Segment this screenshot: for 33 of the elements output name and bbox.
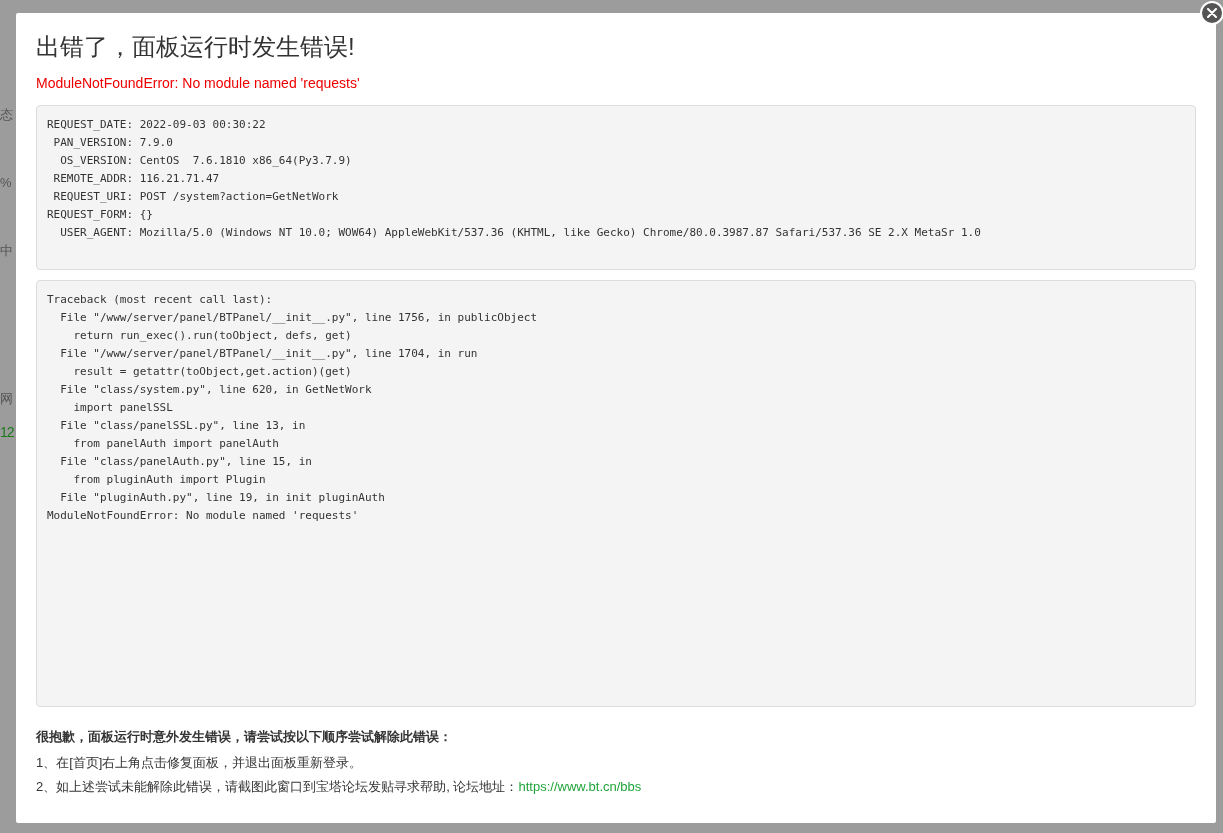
error-message: ModuleNotFoundError: No module named 'requests' bbox=[36, 74, 361, 93]
code-line: import panelSSL bbox=[72, 400, 174, 416]
panel-label: 网 bbox=[0, 392, 14, 405]
dialog-title: 出错了，面板运行时发生错误! bbox=[36, 32, 356, 62]
code-line: return run_exec().run(toObject, defs, get) bbox=[72, 328, 353, 344]
close-icon bbox=[1207, 8, 1217, 18]
code-line: PAN_VERSION: 7.9.0 bbox=[52, 135, 174, 151]
code-line: REQUEST_DATE: 2022-09-03 00:30:22 bbox=[47, 117, 267, 133]
code-line: Traceback (most recent call last): bbox=[47, 292, 274, 308]
code-line: File "pluginAuth.py", line 19, in init pluginAuth bbox=[59, 490, 386, 506]
panel-label: 态 bbox=[0, 108, 14, 121]
code-line: File "class/panelAuth.py", line 15, in bbox=[59, 454, 313, 470]
panel-label: 中 bbox=[0, 244, 14, 257]
code-line: REMOTE_ADDR: 116.21.71.47 bbox=[52, 171, 221, 187]
help-heading: 很抱歉，面板运行时意外发生错误，请尝试按以下顺序尝试解除此错误： bbox=[36, 728, 453, 746]
forum-link[interactable]: https://www.bt.cn/bbs bbox=[518, 779, 642, 794]
close-button[interactable] bbox=[1200, 1, 1223, 25]
code-line: File "/www/server/panel/BTPanel/__init__.py", line 1756, in publicObject bbox=[59, 310, 539, 326]
panel-label: % bbox=[0, 176, 13, 189]
code-line: USER_AGENT: Mozilla/5.0 (Windows NT 10.0; WOW64) AppleWebKit/537.36 (KHTML, like Gecko) Chrome/80.0.3987.87 Safari/537.36 SE 2.X MetaSr 1.0 bbox=[59, 225, 982, 241]
help-step: 2、如上述尝试未能解除此错误，请截图此窗口到宝塔论坛发贴寻求帮助, 论坛地址：https://www.bt.cn/bbs bbox=[36, 775, 1196, 799]
code-line: REQUEST_FORM: {} bbox=[47, 207, 154, 223]
code-line: result = getattr(toObject,get.action)(get) bbox=[72, 364, 353, 380]
code-line: File "class/system.py", line 620, in GetNetWork bbox=[59, 382, 373, 398]
code-line: OS_VERSION: CentOS 7.6.1810 x86_64(Py3.7.9) bbox=[59, 153, 353, 169]
help-step: 1、在[首页]右上角点击修复面板，并退出面板重新登录。 bbox=[36, 751, 1196, 775]
stat-value: 12 bbox=[0, 425, 15, 439]
code-line: File "class/panelSSL.py", line 13, in bbox=[59, 418, 307, 434]
code-line: from panelAuth import panelAuth bbox=[72, 436, 280, 452]
code-line: from pluginAuth import Plugin bbox=[72, 472, 267, 488]
code-line: File "/www/server/panel/BTPanel/__init__.py", line 1704, in run bbox=[59, 346, 479, 362]
code-line: REQUEST_URI: POST /system?action=GetNetWork bbox=[52, 189, 340, 205]
code-line: ModuleNotFoundError: No module named 'requests' bbox=[47, 508, 360, 524]
